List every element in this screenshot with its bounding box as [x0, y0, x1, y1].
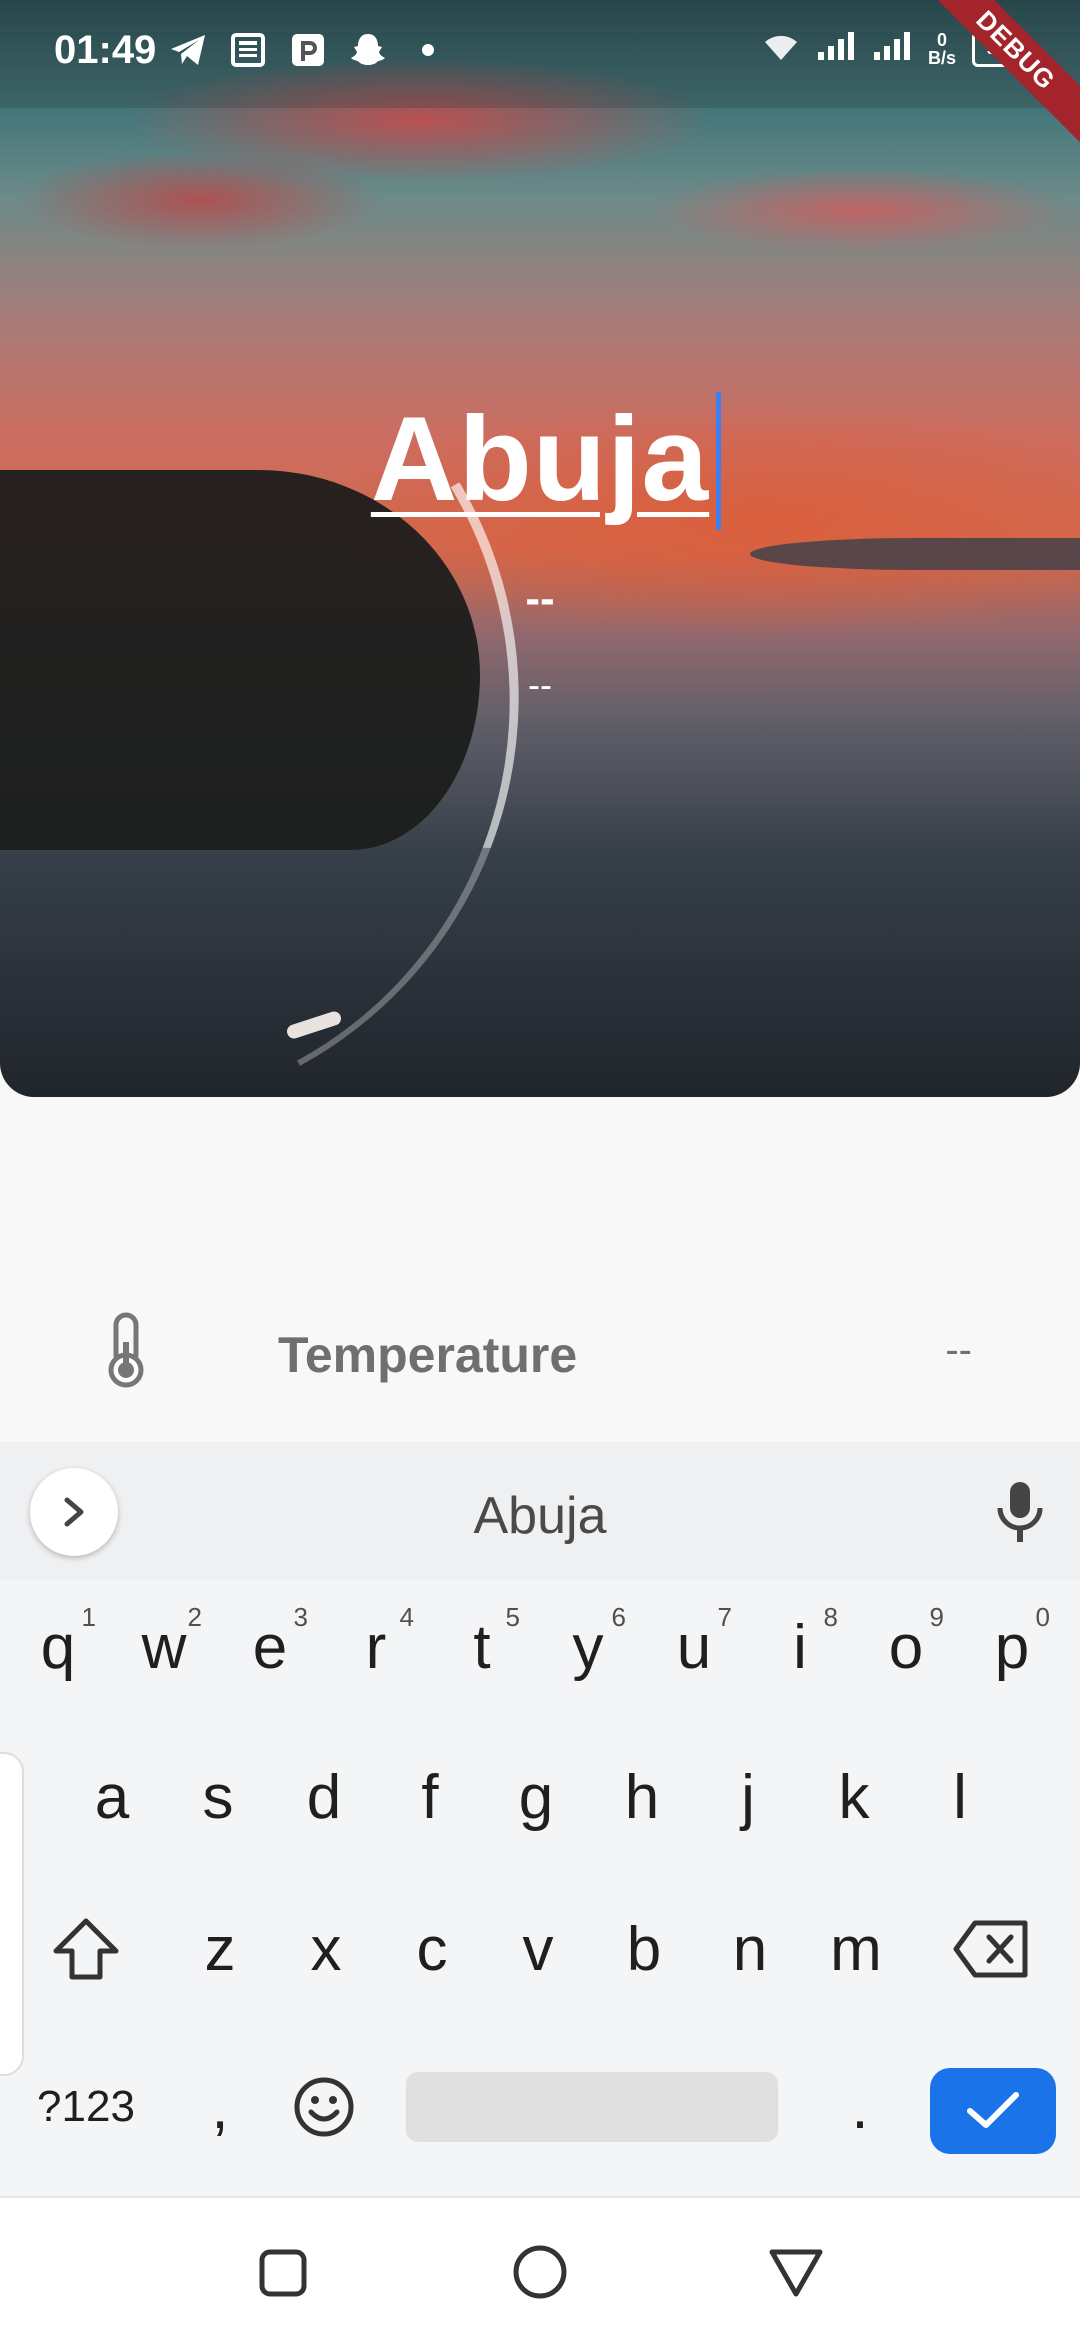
key-hint: 2: [187, 1602, 202, 1632]
key-hint: 7: [717, 1602, 732, 1632]
key-char: p: [994, 1612, 1030, 1682]
key-hint: 3: [293, 1602, 308, 1632]
snapchat-icon: [348, 30, 388, 70]
temperature-label: Temperature: [278, 1327, 578, 1383]
key-4[interactable]: g: [486, 1732, 586, 1862]
key-0[interactable]: q1: [8, 1582, 108, 1712]
key-2[interactable]: c: [382, 1884, 482, 2014]
key-2[interactable]: e3: [220, 1582, 320, 1712]
key-hint: 1: [81, 1602, 96, 1632]
soft-keyboard: Abuja q1w2e3r4t5y6u7i8o9p0 asdfghjkl zxc…: [0, 1442, 1080, 2196]
suggestion-bar: Abuja: [0, 1442, 1080, 1580]
recents-button[interactable]: [254, 2242, 314, 2302]
key-1[interactable]: s: [168, 1732, 268, 1862]
key-char: t: [473, 1612, 491, 1682]
shift-icon: [53, 1918, 119, 1980]
square-icon: [259, 2249, 307, 2297]
key-3[interactable]: r4: [326, 1582, 426, 1712]
weather-secondary-value: --: [528, 664, 552, 705]
net-speed-value: 0: [936, 29, 947, 50]
key-6[interactable]: m: [806, 1884, 906, 2014]
net-speed-unit: B/s: [927, 47, 956, 68]
space-key[interactable]: [406, 2072, 778, 2142]
backspace-key[interactable]: [942, 1884, 1042, 2014]
city-input-text: Abuja: [370, 392, 710, 526]
news-icon: [228, 30, 268, 70]
back-button[interactable]: [766, 2242, 826, 2302]
triangle-back-icon: [769, 2249, 823, 2297]
thermometer-icon: [104, 1312, 148, 1388]
microphone-icon[interactable]: [990, 1480, 1050, 1544]
weather-primary-value: --: [525, 574, 555, 623]
parking-app-icon: [288, 30, 328, 70]
key-5[interactable]: h: [592, 1732, 692, 1862]
shift-key[interactable]: [36, 1884, 136, 2014]
key-row-3: zxcvbnm: [0, 1884, 1080, 2034]
suggestion-word[interactable]: Abuja: [0, 1486, 1080, 1546]
signal-icon: [816, 30, 856, 67]
key-7[interactable]: i8: [750, 1582, 850, 1712]
temperature-value: --: [945, 1328, 972, 1372]
key-8[interactable]: l: [910, 1732, 1010, 1862]
key-9[interactable]: p0: [962, 1582, 1062, 1712]
key-6[interactable]: j: [698, 1732, 798, 1862]
comma-key[interactable]: ,: [170, 2042, 270, 2172]
system-navigation-bar: [0, 2196, 1080, 2342]
home-button[interactable]: [510, 2242, 570, 2302]
circle-icon: [513, 2245, 567, 2299]
key-char: u: [676, 1612, 712, 1682]
key-4[interactable]: t5: [432, 1582, 532, 1712]
key-char: r: [365, 1612, 387, 1682]
checkmark-icon: [967, 2092, 1019, 2128]
period-key[interactable]: .: [810, 2042, 910, 2172]
key-hint: 4: [399, 1602, 414, 1632]
key-char: w: [141, 1612, 187, 1682]
key-char: o: [888, 1612, 924, 1682]
key-5[interactable]: y6: [538, 1582, 638, 1712]
hero-far-shore: [750, 538, 1080, 570]
hero-background: [0, 0, 1080, 1097]
key-row-2: asdfghjkl: [0, 1732, 1080, 1882]
key-char: e: [252, 1612, 288, 1682]
key-4[interactable]: b: [594, 1884, 694, 2014]
key-0[interactable]: a: [62, 1732, 162, 1862]
key-hint: 0: [1035, 1602, 1050, 1632]
key-1[interactable]: w2: [114, 1582, 214, 1712]
notification-dot-icon: [408, 30, 448, 70]
emoji-key[interactable]: [274, 2042, 374, 2172]
telegram-icon: [168, 30, 208, 70]
key-row-1: q1w2e3r4t5y6u7i8o9p0: [0, 1582, 1080, 1732]
key-7[interactable]: k: [804, 1732, 904, 1862]
temperature-row: Temperature --: [0, 1300, 1080, 1410]
notification-icons: [168, 30, 448, 70]
key-char: i: [793, 1612, 807, 1682]
key-char: y: [572, 1612, 604, 1682]
status-bar: 01:49 0 B/s 93: [0, 0, 1080, 108]
floating-side-panel[interactable]: [0, 1752, 24, 2076]
key-0[interactable]: z: [170, 1884, 270, 2014]
net-speed: 0 B/s: [928, 31, 956, 67]
key-3[interactable]: f: [380, 1732, 480, 1862]
key-6[interactable]: u7: [644, 1582, 744, 1712]
signal-icon-2: [872, 30, 912, 67]
city-field-wrapper: Abuja: [0, 390, 1080, 530]
key-3[interactable]: v: [488, 1884, 588, 2014]
key-1[interactable]: x: [276, 1884, 376, 2014]
symbols-key[interactable]: ?123: [36, 2042, 136, 2172]
key-8[interactable]: o9: [856, 1582, 956, 1712]
key-hint: 5: [505, 1602, 520, 1632]
key-2[interactable]: d: [274, 1732, 374, 1862]
key-hint: 9: [929, 1602, 944, 1632]
city-input[interactable]: Abuja: [370, 390, 722, 530]
text-caret: [716, 392, 722, 530]
wifi-icon: [762, 30, 800, 67]
key-hint: 8: [823, 1602, 838, 1632]
key-5[interactable]: n: [700, 1884, 800, 2014]
key-char: q: [40, 1612, 76, 1682]
key-hint: 6: [611, 1602, 626, 1632]
done-key[interactable]: [930, 2068, 1056, 2154]
emoji-icon: [294, 2077, 354, 2137]
backspace-icon: [953, 1920, 1028, 1978]
status-time: 01:49: [54, 28, 157, 72]
